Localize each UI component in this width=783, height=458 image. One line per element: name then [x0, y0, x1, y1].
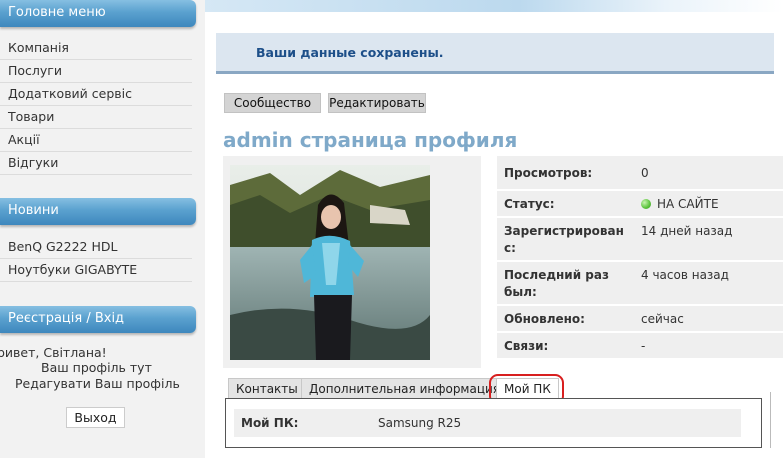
pc-row: Мой ПК: Samsung R25 [234, 409, 741, 437]
profile-info-table: Просмотров: 0 Статус: НА САЙТЕ Зарегистр… [497, 156, 783, 360]
avatar-photo [230, 165, 430, 360]
online-status-icon [641, 199, 651, 209]
news-header: Новини [0, 198, 196, 225]
info-row-registered: Зарегистрирован с: 14 дней назад [497, 218, 783, 262]
info-label: Обновлено: [504, 312, 585, 326]
news-list: BenQ G2222 HDL Ноутбуки GIGABYTE [0, 236, 192, 282]
sidebar: Головне меню Компанія Послуги Додатковий… [0, 0, 205, 458]
greeting-text: ривет, Світлана! [0, 345, 107, 360]
main-menu-header: Головне меню [0, 0, 196, 27]
info-value: 4 часов назад [641, 268, 729, 282]
avatar [230, 165, 430, 360]
status-text: НА САЙТЕ [657, 197, 719, 211]
info-value: сейчас [641, 312, 684, 326]
news-item[interactable]: Ноутбуки GIGABYTE [0, 259, 192, 282]
tab-panel-my-pc: Мой ПК: Samsung R25 [225, 398, 762, 448]
info-label: Зарегистрирован с: [504, 224, 624, 255]
info-label: Последний раз был: [504, 268, 609, 299]
tab-contacts[interactable]: Контакты [228, 378, 306, 399]
logout-button[interactable]: Выход [66, 407, 125, 428]
profile-link[interactable]: Ваш профіль тут [41, 360, 152, 375]
tab-additional-info[interactable]: Дополнительная информация [301, 378, 509, 399]
avatar-frame [223, 156, 481, 368]
info-row-views: Просмотров: 0 [497, 156, 783, 191]
info-row-status: Статус: НА САЙТЕ [497, 191, 783, 218]
info-value: 0 [641, 166, 649, 180]
status-badge: НА САЙТЕ [641, 196, 719, 213]
info-label: Связи: [504, 339, 549, 353]
info-row-updated: Обновлено: сейчас [497, 306, 783, 333]
saved-notice: Ваши данные сохранены. [216, 33, 774, 74]
auth-header: Реєстрація / Вхід [0, 306, 196, 333]
news-item[interactable]: BenQ G2222 HDL [0, 236, 192, 259]
menu-item-reviews[interactable]: Відгуки [0, 152, 192, 175]
edit-profile-link[interactable]: Редагувати Ваш профіль [15, 376, 180, 391]
pc-label: Мой ПК: [241, 416, 299, 430]
community-button[interactable]: Сообщество [224, 93, 321, 113]
info-row-connections: Связи: - [497, 333, 783, 360]
info-label: Статус: [504, 197, 555, 211]
page-title: admin страница профиля [223, 128, 518, 152]
menu-item-company[interactable]: Компанія [0, 37, 192, 60]
header-strip [196, 0, 783, 12]
menu-item-services[interactable]: Послуги [0, 60, 192, 83]
info-value: 14 дней назад [641, 224, 733, 238]
menu-item-additional-service[interactable]: Додатковий сервіс [0, 83, 192, 106]
menu-item-products[interactable]: Товари [0, 106, 192, 129]
edit-button[interactable]: Редактировать [328, 93, 426, 113]
pc-value: Samsung R25 [378, 416, 462, 430]
info-row-last-seen: Последний раз был: 4 часов назад [497, 262, 783, 306]
info-value: - [641, 339, 646, 353]
menu-item-promotions[interactable]: Акції [0, 129, 192, 152]
divider [770, 392, 771, 448]
info-label: Просмотров: [504, 166, 593, 180]
main-menu: Компанія Послуги Додатковий сервіс Товар… [0, 37, 192, 175]
